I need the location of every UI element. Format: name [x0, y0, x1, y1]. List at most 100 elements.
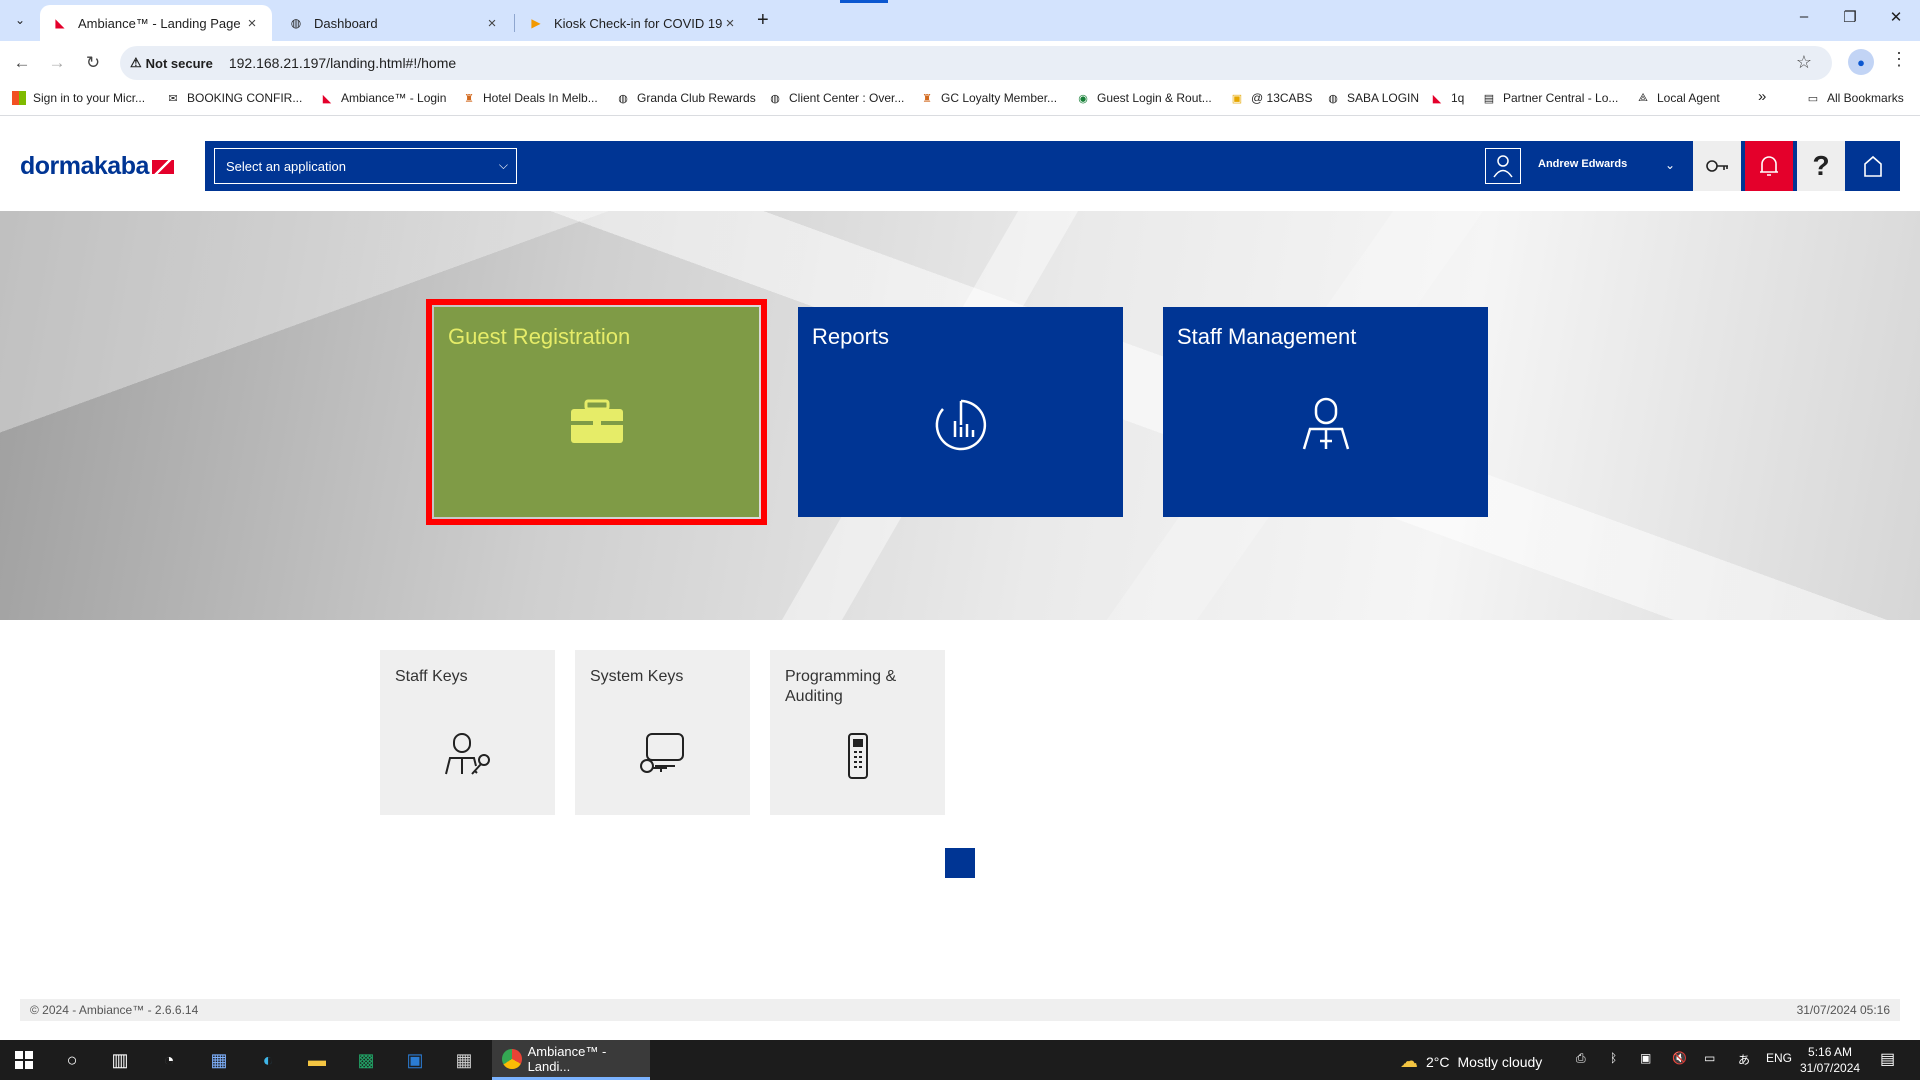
- browser-menu-icon[interactable]: ⋮: [1890, 49, 1908, 70]
- tab-search-button[interactable]: ⌄: [8, 8, 32, 32]
- back-icon[interactable]: ←: [9, 50, 35, 76]
- edge-icon[interactable]: ◐: [254, 1046, 282, 1074]
- more-bookmarks-button[interactable]: »: [1758, 88, 1766, 105]
- calculator-icon[interactable]: ▦: [205, 1046, 233, 1074]
- close-tab-icon[interactable]: ×: [722, 15, 738, 32]
- tab-dashboard[interactable]: ◍ Dashboard ×: [276, 5, 512, 41]
- bookmark-guest-login[interactable]: ◉ Guest Login & Rout...: [1076, 91, 1212, 105]
- bookmark-13cabs[interactable]: ▣ @ 13CABS: [1230, 91, 1313, 105]
- header-bar: Select an application ⌵ Andrew Edwards ⌄…: [205, 141, 1900, 191]
- tile-guest-registration[interactable]: Guest Registration: [426, 299, 767, 525]
- bluetooth-icon[interactable]: ᛒ: [1610, 1051, 1617, 1065]
- new-tab-button[interactable]: +: [757, 9, 769, 32]
- search-icon[interactable]: ○: [58, 1046, 86, 1074]
- keys-button[interactable]: [1693, 141, 1741, 191]
- home-button[interactable]: [1849, 141, 1897, 191]
- dormakaba-favicon-icon: ◣: [55, 16, 65, 30]
- outlook-icon[interactable]: ▣: [401, 1046, 429, 1074]
- bookmark-label: All Bookmarks: [1827, 91, 1904, 105]
- clock[interactable]: 5:16 AM 31/07/2024: [1800, 1044, 1860, 1076]
- volume-muted-icon[interactable]: 🔇: [1672, 1051, 1687, 1065]
- chart-icon: [935, 399, 986, 451]
- dormakaba-icon: ◣: [1432, 92, 1442, 105]
- weather-widget[interactable]: ☁ 2°C Mostly cloudy: [1400, 1051, 1542, 1072]
- url-text[interactable]: 192.168.21.197/landing.html#!/home: [229, 55, 456, 71]
- logo-text: dormakaba: [20, 152, 149, 180]
- tile-staff-keys[interactable]: Staff Keys: [380, 650, 555, 815]
- partner-icon: ▤: [1483, 92, 1495, 105]
- bookmark-booking[interactable]: ✉ BOOKING CONFIR...: [166, 91, 302, 105]
- close-tab-icon[interactable]: ×: [484, 15, 500, 32]
- tab-kiosk[interactable]: ▶ Kiosk Check-in for COVID 19 | S ×: [516, 5, 750, 41]
- file-explorer-icon[interactable]: ▬: [303, 1046, 331, 1074]
- browser-toolbar: ← → ↻ ⚠ Not secure 192.168.21.197/landin…: [0, 41, 1920, 84]
- bookmark-label: Hotel Deals In Melb...: [483, 91, 598, 105]
- app-footer: © 2024 - Ambiance™ - 2.6.6.14 31/07/2024…: [20, 999, 1900, 1021]
- network-icon[interactable]: ▭: [1704, 1051, 1715, 1065]
- media-icon[interactable]: ▣: [1640, 1051, 1651, 1065]
- forward-icon[interactable]: →: [44, 50, 70, 76]
- chevron-down-icon: ⌵: [498, 158, 508, 172]
- printer-icon[interactable]: ⎙: [1576, 1051, 1586, 1066]
- language-indicator[interactable]: ENG: [1766, 1051, 1792, 1065]
- home-icon: [1864, 155, 1882, 177]
- tile-title: System Keys: [590, 668, 684, 685]
- guest-login-icon: ◉: [1078, 92, 1088, 105]
- minimize-button[interactable]: –: [1784, 8, 1824, 25]
- microsoft-icon: [12, 91, 26, 105]
- bookmark-partner-central[interactable]: ▤ Partner Central - Lo...: [1482, 91, 1619, 105]
- weather-cloud-icon: ☁: [1400, 1051, 1418, 1071]
- bookmark-ambiance-login[interactable]: ◣ Ambiance™ - Login: [320, 91, 447, 105]
- windows-start-icon[interactable]: [10, 1046, 38, 1074]
- bookmark-gc-loyalty[interactable]: ♜ GC Loyalty Member...: [920, 91, 1057, 105]
- close-window-button[interactable]: ✕: [1876, 8, 1916, 26]
- reload-icon[interactable]: ↻: [80, 50, 106, 76]
- taskbar-chrome-ambiance[interactable]: Ambiance™ - Landi...: [492, 1040, 650, 1080]
- system-key-icon: [639, 733, 684, 773]
- tile-staff-management[interactable]: Staff Management: [1163, 307, 1488, 517]
- globe-icon: ◍: [1328, 92, 1338, 105]
- app-icon[interactable]: ◔: [155, 1046, 183, 1074]
- keyboard-app-icon[interactable]: ▦: [450, 1046, 478, 1074]
- user-icon[interactable]: [1485, 148, 1521, 184]
- notification-center-icon[interactable]: ▤: [1880, 1049, 1895, 1069]
- security-indicator[interactable]: ⚠ Not secure: [130, 55, 213, 71]
- bookmark-hotel-deals[interactable]: ♜ Hotel Deals In Melb...: [462, 91, 598, 105]
- dormakaba-logo[interactable]: dormakaba: [20, 152, 174, 181]
- bookmark-1q[interactable]: ◣ 1q: [1430, 91, 1465, 105]
- tile-reports[interactable]: Reports: [798, 307, 1123, 517]
- user-menu-chevron-icon[interactable]: ⌄: [1665, 158, 1675, 172]
- profile-avatar-icon[interactable]: ●: [1848, 49, 1874, 75]
- address-bar[interactable]: ⚠ Not secure 192.168.21.197/landing.html…: [120, 46, 1832, 80]
- notifications-button[interactable]: [1745, 141, 1793, 191]
- footer-timestamp: 31/07/2024 05:16: [1796, 1003, 1890, 1017]
- bookmark-label: Client Center : Over...: [789, 91, 905, 105]
- globe-icon: ◍: [618, 92, 628, 105]
- bookmark-local-agent[interactable]: ⟁ Local Agent: [1636, 91, 1720, 105]
- bookmark-star-icon[interactable]: ☆: [1796, 52, 1812, 73]
- taskbar: ○ ▥ ◔ ▦ ◐ ▬ ▩ ▣ ▦ Ambiance™ - Landi... ☁…: [0, 1040, 1920, 1080]
- bookmark-granda-club[interactable]: ◍ Granda Club Rewards: [616, 91, 756, 105]
- bookmark-label: BOOKING CONFIR...: [187, 91, 303, 105]
- bookmark-saba-login[interactable]: ◍ SABA LOGIN: [1326, 91, 1419, 105]
- bookmark-client-center[interactable]: ◍ Client Center : Over...: [768, 91, 904, 105]
- help-button[interactable]: ?: [1797, 141, 1845, 191]
- bookmark-label: 1q: [1451, 91, 1465, 105]
- taskbar-app-label: Ambiance™ - Landi...: [527, 1043, 607, 1074]
- close-tab-icon[interactable]: ×: [244, 15, 260, 32]
- tile-programming-auditing[interactable]: Programming & Auditing: [770, 650, 945, 815]
- bookmark-microsoft[interactable]: Sign in to your Micr...: [12, 91, 145, 105]
- tab-ambiance-landing[interactable]: ◣ Ambiance™ - Landing Page ×: [40, 5, 272, 41]
- application-select[interactable]: Select an application ⌵: [214, 148, 517, 184]
- excel-icon[interactable]: ▩: [352, 1046, 380, 1074]
- logo-mark-icon: [151, 159, 174, 174]
- task-view-icon[interactable]: ▥: [106, 1046, 134, 1074]
- bookmark-label: @ 13CABS: [1251, 91, 1313, 105]
- tile-system-keys[interactable]: System Keys: [575, 650, 750, 815]
- user-name[interactable]: Andrew Edwards: [1538, 158, 1627, 170]
- hero-banner: Guest Registration Reports Staff Managem…: [0, 211, 1920, 620]
- input-method-icon[interactable]: あ: [1738, 1051, 1750, 1068]
- restore-button[interactable]: ❐: [1830, 8, 1870, 26]
- all-bookmarks-button[interactable]: ▭ All Bookmarks: [1806, 91, 1904, 105]
- app-header: dormakaba Select an application ⌵ Andrew…: [0, 117, 1920, 211]
